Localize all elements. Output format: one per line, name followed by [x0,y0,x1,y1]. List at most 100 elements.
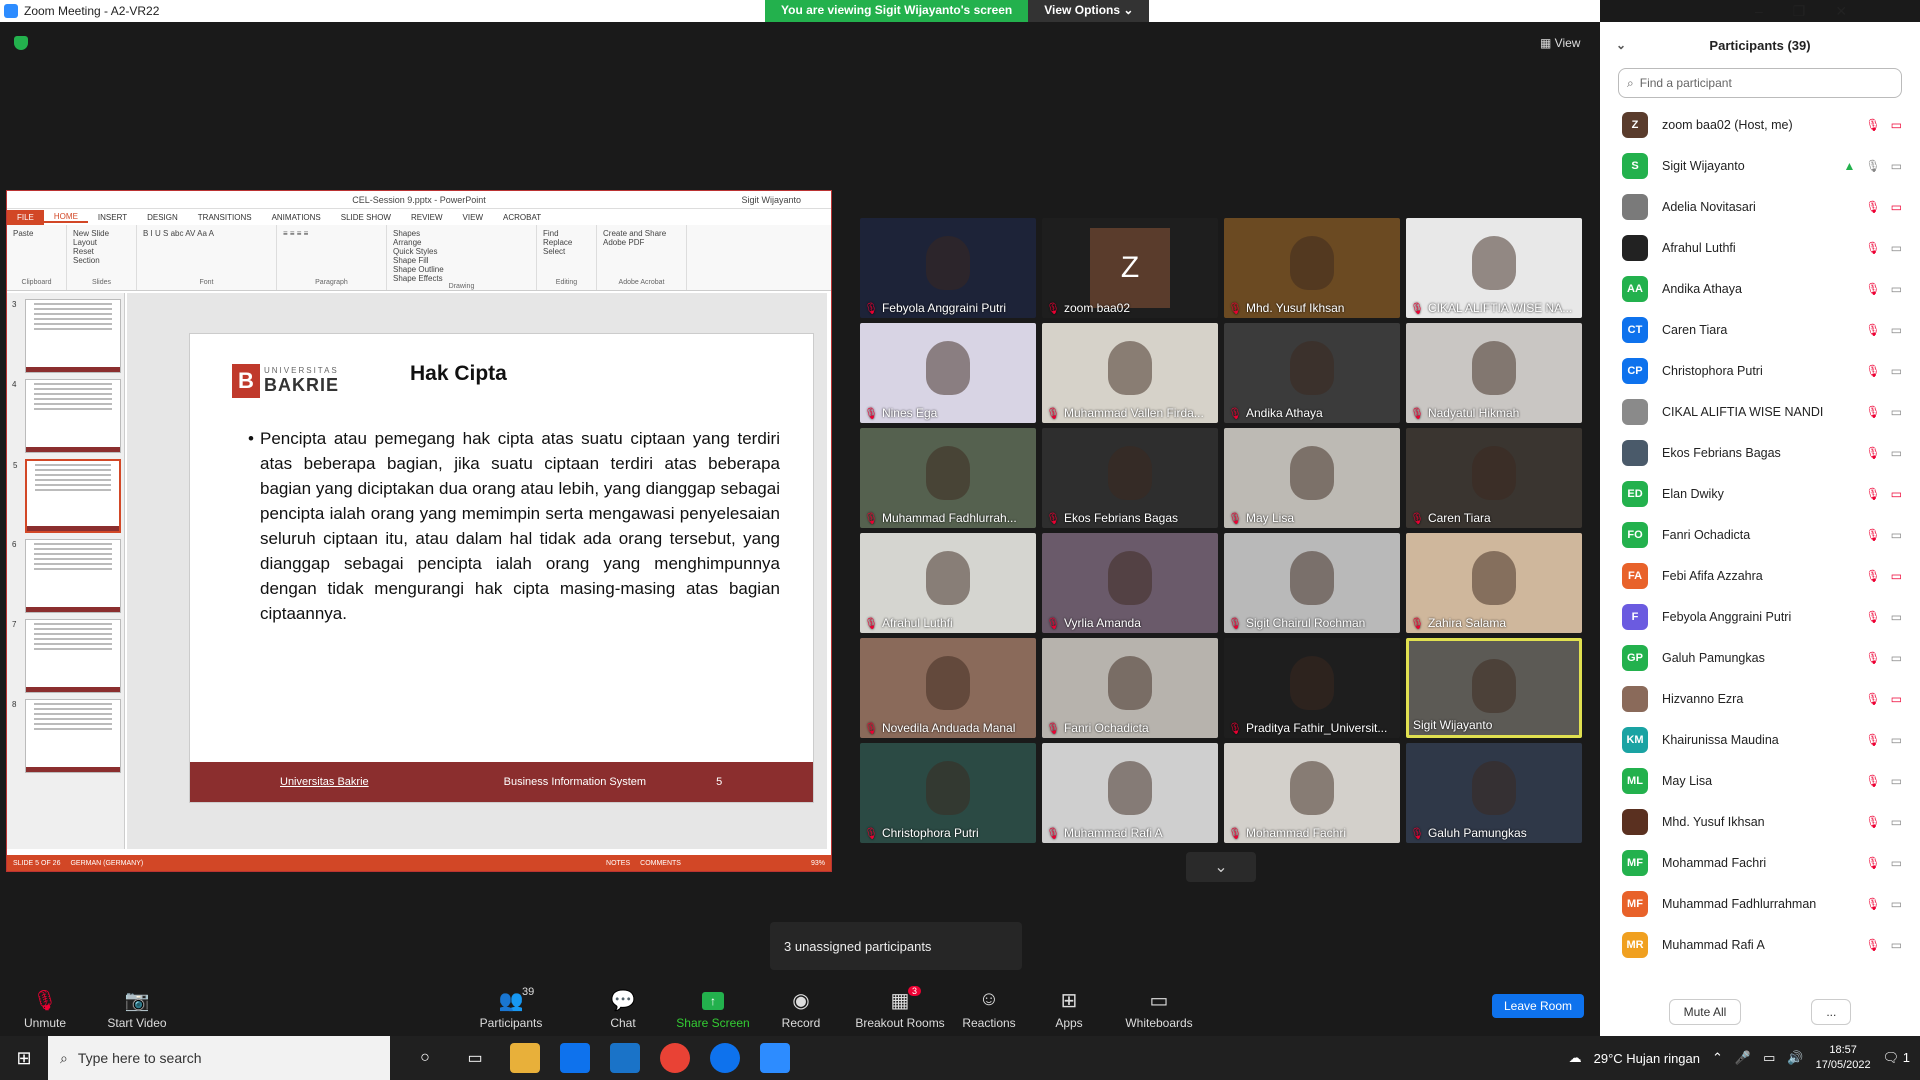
participant-row[interactable]: MF Mohammad Fachri 🎙 ▭ [1600,842,1920,883]
ppt-tab[interactable]: SLIDE SHOW [331,213,401,222]
video-tile[interactable]: 🎙 Nines Ega [860,323,1036,423]
video-tile[interactable]: 🎙 Zahira Salama [1406,533,1582,633]
unmute-button[interactable]: 🎙 Unmute [0,988,90,1030]
participant-row[interactable]: Afrahul Luthfi 🎙 ▭ [1600,227,1920,268]
video-tile[interactable]: 🎙 Nadyatul Hikmah [1406,323,1582,423]
video-tile[interactable]: 🎙 Caren Tiara [1406,428,1582,528]
apps-button[interactable]: ⊞ Apps [1024,988,1114,1030]
record-button[interactable]: ◉ Record [756,988,846,1030]
video-tile[interactable]: 🎙 Galuh Pamungkas [1406,743,1582,843]
participant-row[interactable]: MR Muhammad Rafi A 🎙 ▭ [1600,924,1920,965]
more-button[interactable]: ... [1811,999,1852,1025]
video-tile[interactable]: 🎙 Christophora Putri [860,743,1036,843]
close-button[interactable]: ✕ [1835,3,1847,20]
video-tile[interactable]: Z 🎙 zoom baa02 [1042,218,1218,318]
ribbon-button[interactable]: Shape Effects [393,274,530,283]
ribbon-button[interactable]: Find [543,229,590,238]
ribbon-button[interactable]: Reset [73,247,130,256]
ribbon-button[interactable]: Layout [73,238,130,247]
slide-thumbnail[interactable]: 3 [12,299,121,373]
ribbon-button[interactable]: New Slide [73,229,130,238]
video-tile[interactable]: 🎙 Vyrlia Amanda [1042,533,1218,633]
mic-tray-icon[interactable]: 🎤 [1735,1050,1751,1066]
participant-row[interactable]: CP Christophora Putri 🎙 ▭ [1600,350,1920,391]
chevron-down-icon[interactable]: ⌄ [1186,852,1256,882]
participant-search[interactable]: ⌕ Find a participant [1618,68,1902,98]
zoom-taskbar-icon[interactable] [760,1043,790,1073]
comments-button[interactable]: COMMENTS [640,860,681,867]
video-tile[interactable]: 🎙 Muhammad Fadhlurrah... [860,428,1036,528]
video-tile[interactable]: 🎙 Muhammad Rafi A [1042,743,1218,843]
ribbon-button[interactable]: Section [73,256,130,265]
participant-row[interactable]: Zzoom baa02 (Host, me) 🎙 ▭ [1600,104,1920,145]
participant-row[interactable]: FA Febi Afifa Azzahra 🎙 ▭ [1600,555,1920,596]
taskbar-search[interactable]: ⌕ Type here to search [48,1036,390,1080]
mute-all-button[interactable]: Mute All [1668,999,1742,1025]
participant-row[interactable]: Mhd. Yusuf Ikhsan 🎙 ▭ [1600,801,1920,842]
chat-button[interactable]: 💬 Chat [578,988,668,1030]
store-icon[interactable] [560,1043,590,1073]
participant-row[interactable]: Ekos Febrians Bagas 🎙 ▭ [1600,432,1920,473]
ribbon-button[interactable]: Quick Styles [393,247,530,256]
ppt-tab[interactable]: VIEW [453,213,493,222]
clock[interactable]: 18:57 17/05/2022 [1816,1043,1871,1073]
ribbon-button[interactable]: Shape Fill [393,256,530,265]
ppt-tab[interactable]: FILE [7,209,44,225]
slide-thumbnail[interactable]: 8 [12,699,121,773]
file-explorer-icon[interactable] [510,1043,540,1073]
video-tile[interactable]: 🎙 Praditya Fathir_Universit... [1224,638,1400,738]
video-tile[interactable]: 🎙 CIKAL ALIFTIA WISE NA... [1406,218,1582,318]
participant-row[interactable]: Adelia Novitasari 🎙 ▭ [1600,186,1920,227]
ppt-tab[interactable]: INSERT [88,213,137,222]
notification-icon[interactable]: 🗨 1 [1883,1050,1910,1066]
video-tile[interactable]: 🎙 Mhd. Yusuf Ikhsan [1224,218,1400,318]
participants-button[interactable]: 👥 39 Participants [466,986,556,1030]
ribbon-button[interactable]: Replace [543,238,590,247]
collapse-chevron-icon[interactable]: ⌄ [1616,38,1626,52]
mail-icon[interactable] [610,1043,640,1073]
whiteboards-button[interactable]: ▭ Whiteboards [1114,988,1204,1030]
notes-button[interactable]: NOTES [606,860,630,867]
slide-thumbnail[interactable]: 4 [12,379,121,453]
ribbon-button[interactable]: Arrange [393,238,530,247]
video-tile[interactable]: 🎙 May Lisa [1224,428,1400,528]
reactions-button[interactable]: ☺ Reactions [944,988,1034,1030]
view-options-button[interactable]: View Options ⌄ [1028,0,1150,22]
ribbon-button[interactable]: B I U S abc AV Aa A [143,229,270,238]
task-view-icon[interactable]: ▭ [460,1043,490,1073]
video-tile[interactable]: 🎙 Ekos Febrians Bagas [1042,428,1218,528]
ribbon-button[interactable]: Select [543,247,590,256]
participant-row[interactable]: AA Andika Athaya 🎙 ▭ [1600,268,1920,309]
participant-row[interactable]: S Sigit Wijayanto ▲ 🎙 ▭ [1600,145,1920,186]
slide-thumbnail[interactable]: 5 [13,459,121,533]
participant-row[interactable]: GP Galuh Pamungkas 🎙 ▭ [1600,637,1920,678]
video-tile[interactable]: 🎙 Sigit Chairul Rochman [1224,533,1400,633]
participant-row[interactable]: KM Khairunissa Maudina 🎙 ▭ [1600,719,1920,760]
ribbon-button[interactable]: Shapes [393,229,530,238]
ribbon-button[interactable]: ≡ ≡ ≡ ≡ [283,229,380,238]
volume-icon[interactable]: 🔊 [1787,1050,1803,1066]
ppt-tab[interactable]: DESIGN [137,213,188,222]
video-tile[interactable]: 🎙 Fanri Ochadicta [1042,638,1218,738]
view-button[interactable]: ▦ View [1540,36,1580,50]
slide-thumbnail[interactable]: 6 [12,539,121,613]
participant-row[interactable]: Hizvanno Ezra 🎙 ▭ [1600,678,1920,719]
participant-row[interactable]: CIKAL ALIFTIA WISE NANDI 🎙 ▭ [1600,391,1920,432]
maximize-button[interactable]: ❐ [1793,3,1806,20]
ribbon-button[interactable]: Paste [13,229,60,238]
leave-room-button[interactable]: Leave Room [1492,994,1584,1018]
video-tile[interactable]: 🎙 Muhammad Vallen Firda... [1042,323,1218,423]
ribbon-button[interactable]: Shape Outline [393,265,530,274]
ppt-tab[interactable]: TRANSITIONS [188,213,262,222]
minimize-button[interactable]: – [1755,3,1763,19]
participant-row[interactable]: CT Caren Tiara 🎙 ▭ [1600,309,1920,350]
video-tile[interactable]: 🎙 Mohammad Fachri [1224,743,1400,843]
video-tile[interactable]: Sigit Wijayanto [1406,638,1582,738]
participant-row[interactable]: ED Elan Dwiky 🎙 ▭ [1600,473,1920,514]
cortana-icon[interactable]: ○ [410,1043,440,1073]
video-tile[interactable]: 🎙 Andika Athaya [1224,323,1400,423]
participant-row[interactable]: ML May Lisa 🎙 ▭ [1600,760,1920,801]
slide-thumbnail[interactable]: 7 [12,619,121,693]
video-tile[interactable]: 🎙 Febyola Anggraini Putri [860,218,1036,318]
chevron-up-icon[interactable]: ⌃ [1712,1050,1723,1066]
